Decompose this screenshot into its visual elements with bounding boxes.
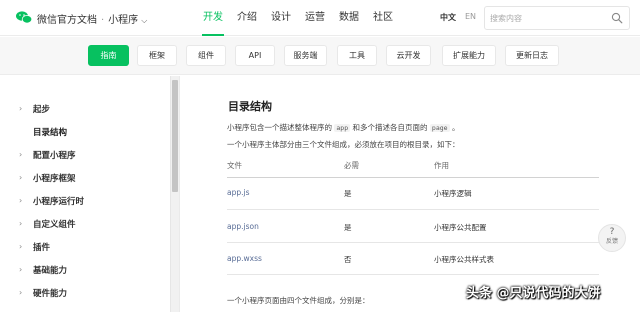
page-title: 目录结构 [228, 100, 272, 113]
tab-extensions[interactable]: 扩展能力 [442, 45, 496, 66]
chevron-right-icon: › [19, 150, 23, 159]
sidebar-item-label: 基础能力 [33, 266, 68, 276]
tab-changelog[interactable]: 更新日志 [505, 45, 559, 66]
sidebar-item-label: 目录结构 [33, 128, 68, 138]
search-input[interactable] [490, 10, 602, 26]
sidebar-item-config[interactable]: › 配置小程序 [0, 144, 170, 166]
tab-framework[interactable]: 框架 [137, 45, 177, 66]
feedback-label: 反馈 [605, 238, 618, 245]
search-box[interactable] [484, 6, 630, 30]
chevron-right-icon: › [19, 288, 23, 297]
sidebar-item-label: 小程序运行时 [33, 197, 85, 207]
table-cell-file[interactable]: app.js [227, 188, 250, 197]
inline-code-app: app [334, 124, 351, 132]
sidebar-item-label: 自定义组件 [33, 220, 76, 230]
sidebar-item-label: 配置小程序 [33, 151, 76, 161]
chevron-right-icon: › [19, 242, 23, 251]
lang-en-link[interactable]: EN [465, 12, 476, 21]
sidebar-scrollbar[interactable] [170, 76, 179, 312]
table-cell-purpose: 小程序公共样式表 [434, 255, 494, 264]
sidebar: › 起步 目录结构 › 配置小程序 › 小程序框架 › 小程序运行时 › 自定义… [0, 76, 170, 312]
table-cell-purpose: 小程序逻辑 [434, 189, 472, 198]
sidebar-item-getting-started[interactable]: › 起步 [0, 98, 170, 120]
nav-design[interactable]: 设计 [264, 0, 298, 36]
table-header-divider [227, 177, 599, 178]
table-cell-purpose: 小程序公共配置 [434, 223, 487, 232]
table-row-divider [227, 242, 599, 243]
tab-components[interactable]: 组件 [186, 45, 226, 66]
sidebar-item-label: 小程序框架 [33, 174, 76, 184]
nav-dev[interactable]: 开发 [196, 0, 230, 36]
chevron-right-icon: › [19, 196, 23, 205]
product-name[interactable]: 小程序 [108, 15, 138, 26]
intro-text-b: 和多个描述各自页面的 [352, 123, 428, 132]
sidebar-item-framework[interactable]: › 小程序框架 [0, 167, 170, 189]
tab-api[interactable]: API [235, 45, 275, 66]
sidebar-item-label: 插件 [33, 243, 51, 253]
chevron-right-icon: › [19, 265, 23, 274]
tab-guide[interactable]: 指南 [88, 45, 129, 66]
sidebar-item-custom-components[interactable]: › 自定义组件 [0, 213, 170, 235]
tab-server[interactable]: 服务端 [284, 45, 327, 66]
sidebar-item-label: 硬件能力 [33, 289, 68, 299]
sidebar-item-basic-capabilities[interactable]: › 基础能力 [0, 259, 170, 281]
scrollbar-thumb[interactable] [172, 80, 178, 192]
sidebar-item-hardware[interactable]: › 硬件能力 [0, 282, 170, 304]
table-cell-required: 是 [344, 189, 352, 198]
tab-tools[interactable]: 工具 [337, 45, 377, 66]
tab-cloud[interactable]: 云开发 [386, 45, 431, 66]
nav-operation[interactable]: 运营 [298, 0, 332, 36]
table-cell-file[interactable]: app.wxss [227, 254, 262, 263]
watermark: 头条 @只说代码的大饼 [466, 286, 601, 301]
chevron-down-icon[interactable]: ⌵ [141, 16, 147, 26]
intro-text-a: 小程序包含一个描述整体程序的 [227, 123, 332, 132]
lang-zh-link[interactable]: 中文 [440, 12, 456, 23]
intro-text-c: 。 [451, 123, 460, 132]
table-cell-required: 是 [344, 223, 352, 232]
chevron-right-icon: › [19, 104, 23, 113]
feedback-button[interactable]: ? 反馈 [598, 224, 626, 252]
nav-data[interactable]: 数据 [332, 0, 366, 36]
table-cell-file[interactable]: app.json [227, 222, 259, 231]
sub-nav: 指南 框架 组件 API 服务端 工具 云开发 扩展能力 更新日志 [0, 37, 640, 75]
sidebar-item-label: 起步 [33, 105, 51, 115]
bottom-paragraph: 一个小程序页面由四个文件组成，分别是： [227, 296, 370, 305]
chevron-right-icon: › [19, 173, 23, 182]
sidebar-item-directory-structure[interactable]: 目录结构 [0, 121, 170, 143]
intro-paragraph-2: 一个小程序主体部分由三个文件组成，必须放在项目的根目录，如下： [227, 140, 460, 149]
top-bar: 微信官方文档 · 小程序 ⌵ 开发 介绍 设计 运营 数据 社区 中文 EN [0, 0, 640, 36]
table-header-file: 文件 [227, 161, 242, 170]
main-nav: 开发 介绍 设计 运营 数据 社区 [196, 0, 400, 36]
sidebar-item-plugins[interactable]: › 插件 [0, 236, 170, 258]
table-cell-required: 否 [344, 255, 352, 264]
nav-intro[interactable]: 介绍 [230, 0, 264, 36]
sidebar-item-runtime[interactable]: › 小程序运行时 [0, 190, 170, 212]
inline-code-page: page [429, 124, 450, 132]
brand-separator: · [101, 15, 105, 26]
brand-breadcrumb[interactable]: 微信官方文档 · 小程序 ⌵ [37, 11, 147, 26]
table-row-divider [227, 209, 599, 210]
nav-community[interactable]: 社区 [366, 0, 400, 36]
help-icon: ? [609, 227, 615, 237]
table-header-required: 必需 [344, 161, 359, 170]
chevron-right-icon: › [19, 219, 23, 228]
brand-name[interactable]: 微信官方文档 [37, 15, 97, 26]
search-icon[interactable] [611, 12, 623, 24]
intro-paragraph: 小程序包含一个描述整体程序的 app 和多个描述各自页面的 page 。 [227, 122, 459, 133]
main-content: 目录结构 小程序包含一个描述整体程序的 app 和多个描述各自页面的 page … [180, 76, 640, 312]
wechat-logo-icon[interactable] [16, 11, 32, 24]
table-row-divider [227, 274, 599, 275]
table-header-purpose: 作用 [434, 161, 449, 170]
